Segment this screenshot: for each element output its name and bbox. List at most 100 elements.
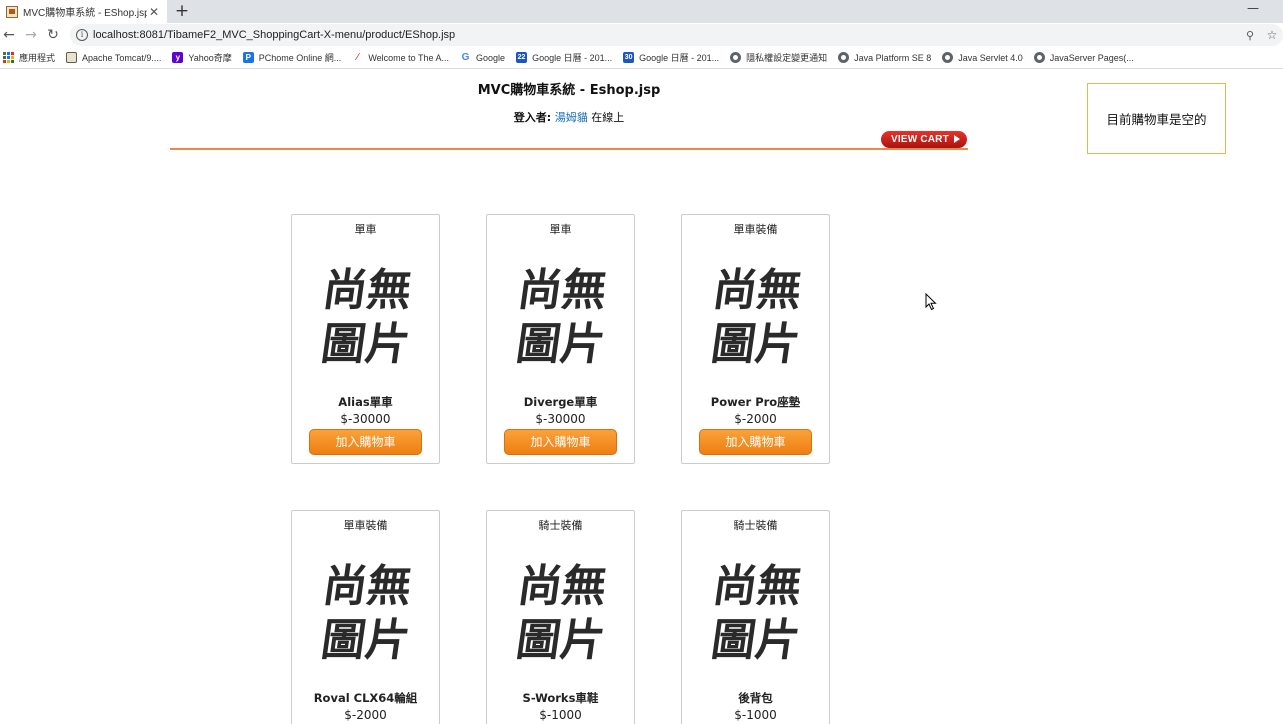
- svg-text:圖片: 圖片: [513, 615, 608, 661]
- bookmark-google[interactable]: G Google: [460, 52, 505, 63]
- svg-text:圖片: 圖片: [318, 615, 413, 661]
- bookmark-label: Apache Tomcat/9....: [82, 52, 162, 63]
- product-category: 單車: [549, 223, 572, 236]
- cart-status-box: 目前購物車是空的: [1087, 83, 1226, 154]
- bookmark-label: Google: [476, 52, 506, 63]
- browser-toolbar: ← → ↻ i localhost:8081/TibameF2_MVC_Shop…: [0, 23, 1283, 47]
- product-price: $-1000: [539, 708, 582, 722]
- address-bar[interactable]: i localhost:8081/TibameF2_MVC_ShoppingCa…: [70, 24, 1283, 46]
- product-name: 後背包: [738, 691, 773, 705]
- calendar-icon: 22: [516, 52, 528, 63]
- reload-icon[interactable]: ↻: [45, 26, 61, 44]
- google-icon: G: [461, 52, 470, 63]
- tab-title: MVC購物車系統 - EShop.jsp: [23, 8, 147, 19]
- product-category: 騎士裝備: [538, 519, 583, 532]
- svg-text:尚無: 尚無: [515, 561, 610, 612]
- login-online-text: 在線上: [591, 111, 625, 124]
- bookmark-privacy[interactable]: 隱私權設定變更通知: [730, 51, 827, 64]
- site-info-icon[interactable]: i: [76, 29, 88, 41]
- product-card: 騎士裝備尚無圖片後背包$-1000加入購物車: [681, 510, 830, 724]
- svg-text:尚無: 尚無: [320, 561, 415, 612]
- page-favicon-icon: [6, 5, 18, 18]
- no-image-placeholder: 尚無 圖片: [316, 553, 416, 661]
- svg-text:尚無: 尚無: [710, 561, 805, 612]
- bookmark-apps[interactable]: 應用程式: [3, 51, 55, 64]
- product-category: 單車裝備: [733, 223, 778, 236]
- svg-text:圖片: 圖片: [513, 319, 608, 365]
- svg-text:尚無: 尚無: [710, 265, 805, 316]
- no-image-placeholder: 尚無 圖片: [511, 257, 611, 365]
- bookmark-star-icon[interactable]: ☆: [1261, 28, 1283, 42]
- close-tab-icon[interactable]: ✕: [147, 5, 161, 19]
- svg-text:圖片: 圖片: [708, 319, 803, 365]
- product-price: $-2000: [734, 412, 777, 426]
- no-image-placeholder: 尚無 圖片: [511, 553, 611, 661]
- tomcat-icon: [66, 52, 78, 63]
- feather-icon: ⁄: [356, 52, 359, 63]
- bookmark-tomcat[interactable]: Apache Tomcat/9....: [66, 52, 161, 63]
- product-price: $-30000: [535, 412, 586, 426]
- bookmark-google-calendar-2[interactable]: 30 Google 日曆 - 201...: [623, 51, 719, 64]
- pchome-icon: P: [242, 52, 254, 63]
- bookmark-label: Google 日曆 - 201...: [639, 53, 720, 63]
- svg-text:圖片: 圖片: [318, 319, 413, 365]
- minimize-window-icon[interactable]: —: [1247, 0, 1259, 16]
- bookmark-label: 應用程式: [19, 53, 56, 63]
- new-tab-icon[interactable]: +: [174, 1, 190, 21]
- product-name: S-Works車鞋: [522, 691, 599, 705]
- product-price: $-2000: [344, 708, 387, 722]
- product-name: Alias單車: [338, 395, 393, 409]
- login-user-link[interactable]: 湯姆貓: [555, 111, 588, 124]
- bookmarks-bar: 應用程式 Apache Tomcat/9.... y Yahoo奇摩 P PCh…: [0, 47, 1283, 69]
- product-name: Power Pro座墊: [710, 395, 801, 409]
- back-arrow-icon[interactable]: ←: [1, 26, 17, 44]
- bookmark-label: Yahoo奇摩: [188, 53, 232, 63]
- zoom-icon[interactable]: ⚲: [1239, 29, 1261, 42]
- bookmark-label: 隱私權設定變更通知: [746, 53, 828, 63]
- svg-text:尚無: 尚無: [515, 265, 610, 316]
- browser-tab[interactable]: MVC購物車系統 - EShop.jsp ✕: [0, 0, 167, 23]
- add-to-cart-button[interactable]: 加入購物車: [309, 429, 422, 455]
- bookmark-label: Java Platform SE 8: [854, 52, 932, 63]
- globe-icon: [942, 52, 954, 63]
- product-category: 騎士裝備: [733, 519, 778, 532]
- view-cart-button[interactable]: VIEW CART: [881, 131, 967, 148]
- bookmark-java-servlet[interactable]: Java Servlet 4.0: [942, 52, 1023, 63]
- bookmark-label: Java Servlet 4.0: [958, 52, 1023, 63]
- bookmark-google-calendar-1[interactable]: 22 Google 日曆 - 201...: [516, 51, 612, 64]
- browser-tabstrip: MVC購物車系統 - EShop.jsp ✕ + —: [0, 0, 1283, 23]
- page-title: MVC購物車系統 - Eshop.jsp: [477, 83, 661, 98]
- login-status-line: 登入者: 湯姆貓 在線上: [170, 109, 968, 125]
- globe-icon: [730, 52, 742, 63]
- header-divider: [170, 148, 968, 150]
- no-image-placeholder: 尚無 圖片: [706, 553, 806, 661]
- product-card: 單車裝備尚無 圖片 Power Pro座墊 $-2000 加入購物車: [681, 214, 830, 464]
- bookmark-label: Welcome to The A...: [368, 52, 450, 63]
- product-grid: 單車 尚無 圖片 Alias單車 $-30000 加入購物車 單車 尚無 圖片 Diverge單車…: [291, 214, 831, 724]
- cart-status-text: 目前購物車是空的: [1106, 112, 1207, 127]
- bookmark-apache[interactable]: ⁄ Welcome to The A...: [352, 52, 449, 63]
- product-category: 單車: [354, 223, 377, 236]
- url-text[interactable]: localhost:8081/TibameF2_MVC_ShoppingCart…: [93, 29, 1239, 41]
- product-card: 騎士裝備尚無圖片S-Works車鞋$-1000加入購物車: [486, 510, 635, 724]
- bookmark-yahoo[interactable]: y Yahoo奇摩: [172, 51, 232, 64]
- globe-icon: [838, 52, 850, 63]
- no-image-placeholder: 尚無 圖片: [706, 257, 806, 365]
- add-to-cart-button[interactable]: 加入購物車: [699, 429, 812, 455]
- product-card: 單車裝備尚無圖片Roval CLX64輪組$-2000加入購物車: [291, 510, 440, 724]
- bookmark-java-se8[interactable]: Java Platform SE 8: [838, 52, 931, 63]
- bookmark-pchome[interactable]: P PChome Online 網...: [242, 51, 342, 64]
- apps-icon: [3, 52, 14, 63]
- calendar-icon: 30: [623, 52, 635, 63]
- yahoo-icon: y: [172, 52, 184, 63]
- product-card: 單車 尚無 圖片 Alias單車 $-30000 加入購物車: [291, 214, 440, 464]
- forward-arrow-icon[interactable]: →: [23, 26, 39, 44]
- play-arrow-icon: [954, 135, 960, 143]
- bookmark-label: JavaServer Pages(...: [1049, 52, 1134, 63]
- bookmark-jsp[interactable]: JavaServer Pages(...: [1033, 52, 1134, 63]
- svg-text:圖片: 圖片: [708, 615, 803, 661]
- product-card: 單車尚無 圖片 Diverge單車 $-30000 加入購物車: [486, 214, 635, 464]
- product-name: Diverge單車: [523, 395, 598, 409]
- add-to-cart-button[interactable]: 加入購物車: [504, 429, 617, 455]
- bookmark-label: PChome Online 網...: [258, 53, 342, 63]
